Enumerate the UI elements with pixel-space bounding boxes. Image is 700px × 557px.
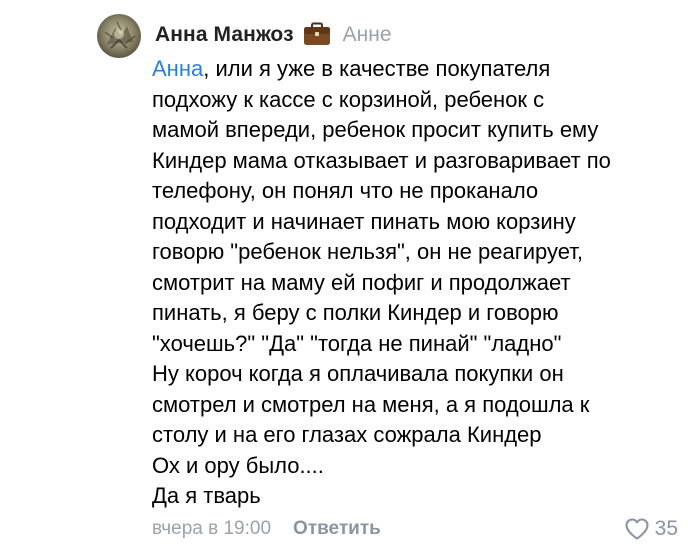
comment-line: говорю "ребенок нельзя", он не реагирует… (152, 239, 584, 264)
comment-line: мамой впереди, ребенок просит купить ему (152, 117, 599, 142)
reply-button[interactable]: Ответить (293, 518, 381, 540)
like-count: 35 (654, 517, 678, 540)
like-button[interactable]: 35 (624, 515, 678, 543)
comment-line: Анна, или я уже в качестве покупателя (152, 54, 692, 85)
comment-line: подхожу к кассе с корзиной, ребенок с (152, 86, 545, 112)
briefcase-icon (303, 22, 331, 46)
comment-text: Анна, или я уже в качестве покупателя по… (152, 54, 692, 512)
comment-line: Да я тварь (152, 483, 261, 508)
comment-line: Киндер мама отказывает и разговаривает п… (152, 147, 611, 173)
comment-line: смотрит на маму ей пофиг и продолжает (152, 269, 571, 295)
comment-line: подходит и начинает пинать мою корзину (152, 208, 576, 234)
author-name[interactable]: Анна Манжоз (155, 23, 294, 47)
comment-line: "хочешь?" "Да" "тогда не пинай" "ладно" (152, 330, 562, 356)
timestamp[interactable]: вчера в 19:00 (152, 518, 271, 540)
avatar[interactable] (97, 14, 141, 58)
comment-line: смотрел и смотрел на меня, а я подошла к (152, 391, 590, 417)
comment-header: Анна Манжоз Анне (155, 20, 392, 50)
comment-line: столу и на его глазах сожрала Киндер (152, 422, 542, 447)
comment-line: Ох и ору было.... (152, 452, 324, 478)
comment-line: Ну короч когда я оплачивала покупки он (152, 361, 564, 386)
mention-link[interactable]: Анна (152, 56, 203, 81)
comment-line: пинать, я беру с полки Киндер и говорю (152, 300, 559, 325)
avatar-image (104, 21, 136, 49)
comment: Анна Манжоз Анне Анна, или я уже в качес… (0, 0, 700, 557)
heart-outline-icon (624, 517, 650, 541)
comment-line-rest: , или я уже в качестве покупателя (203, 56, 551, 81)
comment-footer: вчера в 19:00 Ответить 35 (152, 515, 682, 543)
comment-line: телефону, он понял что не проканало (152, 178, 539, 203)
reply-to-name[interactable]: Анне (343, 23, 392, 47)
